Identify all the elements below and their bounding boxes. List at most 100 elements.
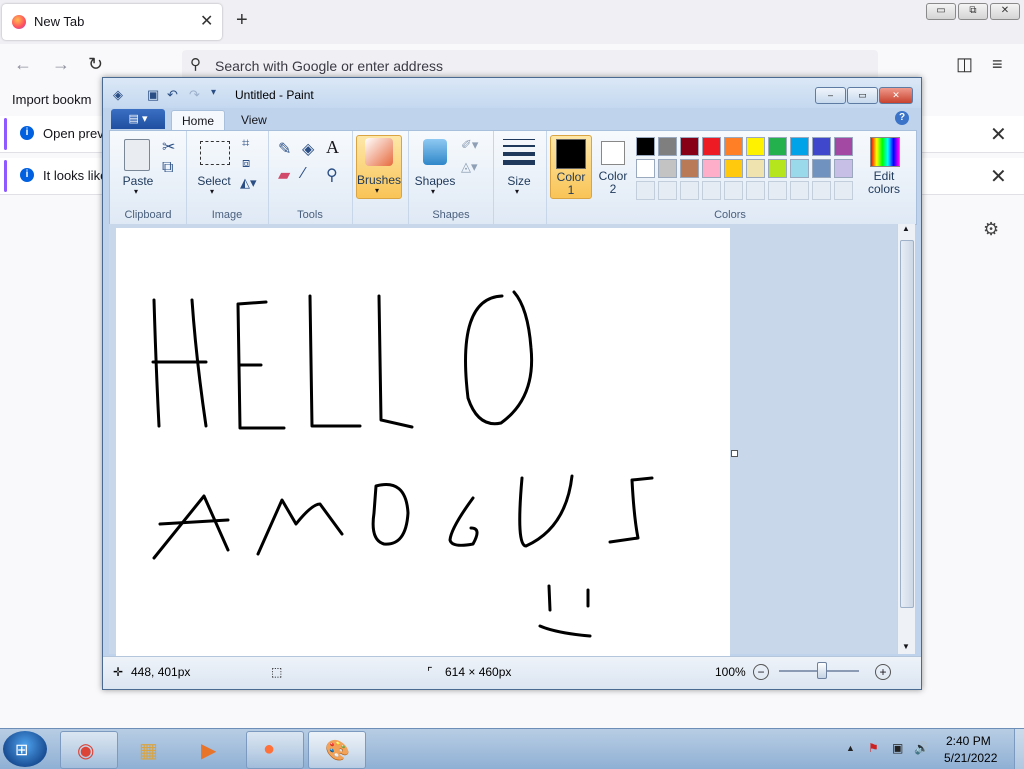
back-icon[interactable]: ← [14, 54, 32, 75]
palette-swatch[interactable] [702, 137, 721, 156]
shapes-button[interactable]: Shapes ▾ [413, 137, 457, 197]
close-icon[interactable]: ✕ [990, 122, 1007, 147]
new-tab-button[interactable]: + [236, 9, 248, 32]
fill-shape-icon[interactable]: ◬▾ [461, 159, 478, 175]
custom-color-slot[interactable] [790, 181, 809, 200]
scroll-down-icon[interactable]: ▼ [902, 642, 910, 651]
fill-icon[interactable]: ◈ [302, 139, 314, 159]
palette-swatch[interactable] [724, 159, 743, 178]
text-tool-icon[interactable]: A [326, 137, 339, 158]
edit-colors-button[interactable]: Edit colors [864, 135, 904, 197]
select-button[interactable]: Select ▾ [194, 137, 234, 197]
tab-close-icon[interactable]: ✕ [200, 11, 213, 31]
tab-view[interactable]: View [231, 110, 277, 130]
custom-color-slot[interactable] [680, 181, 699, 200]
custom-color-slot[interactable] [812, 181, 831, 200]
zoom-out-button[interactable]: − [753, 664, 769, 680]
custom-color-slot[interactable] [746, 181, 765, 200]
palette-swatch[interactable] [746, 137, 765, 156]
forward-icon[interactable]: → [52, 54, 70, 75]
clock-time[interactable]: 2:40 PM [946, 734, 991, 748]
palette-swatch[interactable] [746, 159, 765, 178]
palette-swatch[interactable] [790, 137, 809, 156]
brushes-button[interactable]: Brushes ▾ [356, 135, 402, 199]
palette-swatch[interactable] [724, 137, 743, 156]
custom-color-slot[interactable] [658, 181, 677, 200]
vertical-scrollbar[interactable]: ▲ ▼ [897, 224, 915, 654]
taskbar-paint[interactable]: 🎨 [308, 731, 366, 769]
custom-color-slot[interactable] [636, 181, 655, 200]
custom-color-slot[interactable] [768, 181, 787, 200]
palette-swatch[interactable] [812, 137, 831, 156]
show-hidden-icons-icon[interactable]: ▲ [846, 743, 855, 753]
paint-minimize-button[interactable]: ‒ [815, 87, 846, 104]
pencil-icon[interactable]: ✎ [278, 139, 291, 159]
taskbar-explorer[interactable]: ▦ [122, 731, 180, 769]
palette-swatch[interactable] [768, 137, 787, 156]
action-center-icon[interactable]: ⚑ [868, 741, 879, 755]
paste-button[interactable]: Paste ▾ [118, 137, 158, 197]
paint-maximize-button[interactable]: ▭ [847, 87, 878, 104]
help-icon[interactable]: ? [895, 111, 909, 125]
scroll-up-icon[interactable]: ▲ [902, 224, 910, 233]
browser-tab[interactable]: New Tab ✕ [2, 4, 222, 40]
outline-icon[interactable]: ✐▾ [461, 137, 478, 153]
palette-swatch[interactable] [834, 159, 853, 178]
taskbar-firefox[interactable]: ● [246, 731, 304, 769]
drawing-canvas[interactable] [116, 228, 730, 656]
zoom-in-button[interactable]: + [875, 664, 891, 680]
color1-button[interactable]: Color 1 [550, 135, 592, 199]
palette-swatch[interactable] [790, 159, 809, 178]
scroll-thumb[interactable] [900, 240, 914, 608]
paint-title-bar[interactable]: ◈ ▣ ↶ ↷ ▾ Untitled - Paint ‒ ▭ ✕ [103, 78, 921, 108]
palette-swatch[interactable] [680, 159, 699, 178]
color-picker-icon[interactable]: ⁄ [302, 165, 305, 183]
palette-swatch[interactable] [812, 159, 831, 178]
zoom-slider-thumb[interactable] [817, 662, 827, 679]
palette-swatch[interactable] [658, 137, 677, 156]
tab-home[interactable]: Home [171, 110, 226, 131]
network-icon[interactable]: ▣ [892, 741, 903, 755]
canvas-workspace[interactable] [109, 224, 905, 656]
palette-swatch[interactable] [658, 159, 677, 178]
rotate-icon[interactable]: ◭▾ [240, 175, 257, 191]
magnifier-icon[interactable]: ⚲ [326, 165, 338, 185]
pocket-icon[interactable]: ◫ [956, 54, 973, 75]
custom-color-slot[interactable] [702, 181, 721, 200]
palette-swatch[interactable] [834, 137, 853, 156]
import-bookmarks-link[interactable]: Import bookm [12, 92, 91, 107]
volume-icon[interactable]: 🔊 [914, 741, 929, 755]
palette-swatch[interactable] [768, 159, 787, 178]
palette-swatch[interactable] [680, 137, 699, 156]
size-button[interactable]: Size ▾ [498, 137, 540, 197]
palette-swatch[interactable] [636, 137, 655, 156]
gear-icon[interactable]: ⚙ [983, 219, 999, 240]
undo-icon[interactable]: ↶ [167, 87, 178, 103]
customize-qat-icon[interactable]: ▾ [211, 87, 216, 98]
clock-date[interactable]: 5/21/2022 [944, 751, 997, 765]
taskbar-media-player[interactable]: ▶ [184, 731, 242, 769]
crop-icon[interactable]: ⌗ [242, 135, 249, 151]
close-window-button[interactable]: ✕ [990, 3, 1020, 20]
close-icon[interactable]: ✕ [990, 164, 1007, 189]
palette-swatch[interactable] [702, 159, 721, 178]
menu-icon[interactable]: ≡ [992, 54, 1003, 75]
show-desktop-button[interactable] [1014, 729, 1024, 769]
reload-icon[interactable]: ↻ [88, 54, 103, 75]
color2-button[interactable]: Color 2 [594, 135, 632, 197]
resize-icon[interactable]: ⧈ [242, 155, 250, 171]
copy-icon[interactable]: ⧉ [162, 159, 173, 177]
custom-color-slot[interactable] [834, 181, 853, 200]
canvas-resize-handle[interactable] [731, 450, 738, 457]
eraser-icon[interactable]: ▰ [278, 165, 290, 185]
cut-icon[interactable]: ✂ [162, 137, 175, 157]
taskbar-chrome[interactable]: ◉ [60, 731, 118, 769]
file-menu-button[interactable]: ▤ ▾ [111, 109, 165, 129]
redo-icon[interactable]: ↷ [189, 87, 200, 103]
minimize-button[interactable]: ▭ [926, 3, 956, 20]
maximize-button[interactable]: ⧉ [958, 3, 988, 20]
save-icon[interactable]: ▣ [147, 87, 159, 103]
custom-color-slot[interactable] [724, 181, 743, 200]
address-bar[interactable]: ⚲ Search with Google or enter address [182, 50, 878, 80]
palette-swatch[interactable] [636, 159, 655, 178]
